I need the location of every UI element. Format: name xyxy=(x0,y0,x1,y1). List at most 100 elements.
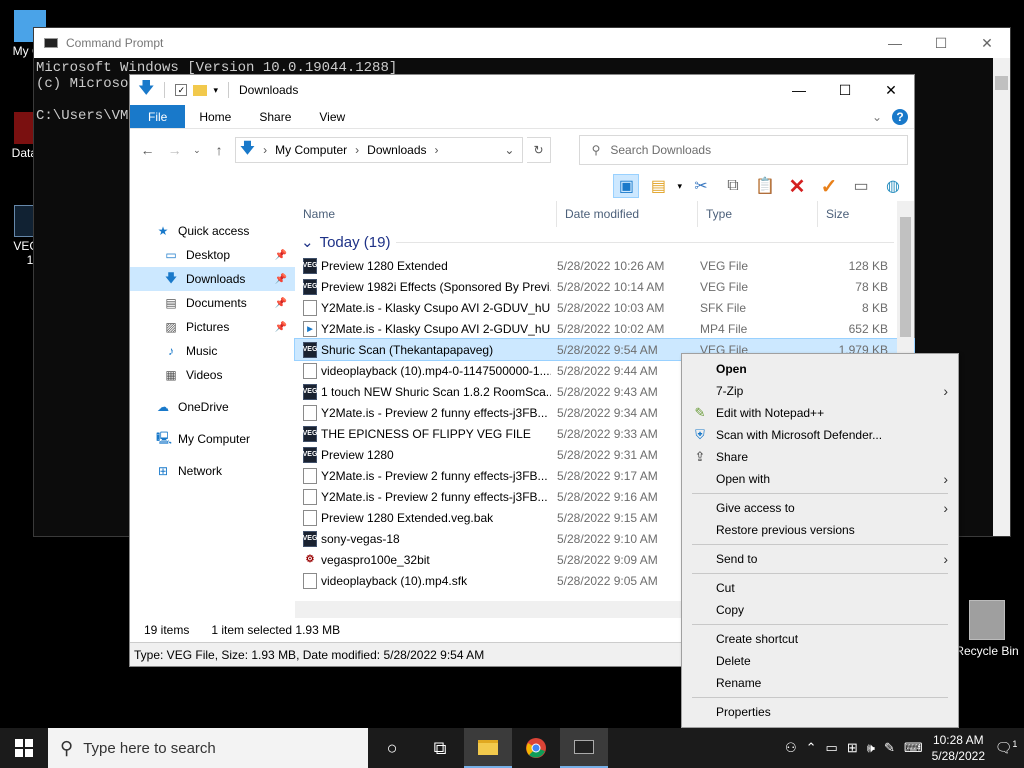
up-arrow-icon[interactable]: ↑ xyxy=(208,142,231,158)
address-dropdown-icon[interactable]: ⌄ xyxy=(496,143,522,157)
veg-file-icon: VEG xyxy=(303,383,317,400)
nav-item-my-computer[interactable]: 🖳 My Computer xyxy=(130,427,295,451)
nav-item-videos[interactable]: ▦ Videos xyxy=(130,363,295,387)
network-icon[interactable]: ⊞ xyxy=(847,740,858,756)
task-view-button[interactable]: ⧉ xyxy=(416,728,464,768)
nav-item-downloads[interactable]: 🡇 Downloads 📌 xyxy=(130,267,295,291)
menu-item-restore-previous-versions[interactable]: Restore previous versions xyxy=(682,519,958,541)
cmd-taskbar-button[interactable] xyxy=(560,728,608,768)
column-date[interactable]: Date modified xyxy=(557,201,698,227)
menu-item-create-shortcut[interactable]: Create shortcut xyxy=(682,628,958,650)
file-row[interactable]: VEG Preview 1982i Effects (Sponsored By P… xyxy=(295,276,914,297)
tab-share[interactable]: Share xyxy=(245,105,305,128)
preview-pane-icon[interactable]: ▣ xyxy=(613,174,640,198)
tab-home[interactable]: Home xyxy=(185,105,245,128)
collapse-chevron-icon[interactable]: ⌄ xyxy=(301,233,314,251)
chrome-taskbar-button[interactable] xyxy=(512,728,560,768)
cortana-button[interactable]: ○ xyxy=(368,728,416,768)
start-button[interactable] xyxy=(0,728,48,768)
close-button[interactable]: ✕ xyxy=(868,82,914,99)
cmd-scrollbar[interactable] xyxy=(993,58,1010,536)
menu-item-send-to[interactable]: Send to › xyxy=(682,548,958,570)
new-folder-icon[interactable] xyxy=(193,84,208,96)
layout-dropdown-icon[interactable]: ▾ xyxy=(677,181,682,192)
display-icon[interactable]: ▭ xyxy=(826,740,838,756)
menu-item-give-access-to[interactable]: Give access to › xyxy=(682,497,958,519)
close-button[interactable]: ✕ xyxy=(964,35,1010,52)
explorer-titlebar[interactable]: 🡇 ✓ ▾ Downloads — ☐ ✕ xyxy=(130,75,914,105)
nav-item-network[interactable]: ⊞ Network xyxy=(130,459,295,483)
maximize-button[interactable]: ☐ xyxy=(918,35,964,52)
minimize-button[interactable]: — xyxy=(872,35,918,52)
menu-item-open[interactable]: Open xyxy=(682,358,958,380)
nav-item-documents[interactable]: ▤ Documents 📌 xyxy=(130,291,295,315)
clock[interactable]: 10:28 AM 5/28/2022 xyxy=(932,732,985,764)
nav-item-desktop[interactable]: ▭ Desktop 📌 xyxy=(130,243,295,267)
breadcrumb-downloads[interactable]: Downloads xyxy=(367,143,426,157)
volume-icon[interactable]: 🕪 xyxy=(867,740,875,756)
veg-file-icon: VEG xyxy=(303,425,317,442)
breadcrumb-chevron-icon[interactable]: › xyxy=(263,143,267,157)
show-hidden-icons-chevron-icon[interactable]: ⌃ xyxy=(806,740,817,756)
nav-item-pictures[interactable]: ▨ Pictures 📌 xyxy=(130,315,295,339)
minimize-button[interactable]: — xyxy=(776,82,822,99)
help-icon[interactable]: ? xyxy=(892,108,908,125)
pen-icon[interactable]: ✎ xyxy=(884,740,895,756)
copy-icon[interactable]: ⧉ xyxy=(720,174,746,198)
breadcrumb-chevron-icon[interactable]: › xyxy=(355,143,359,157)
recent-locations-chevron-icon[interactable]: ⌄ xyxy=(190,145,203,156)
file-name-cell: Y2Mate.is - Preview 2 funny effects-j3FB… xyxy=(295,467,551,484)
breadcrumb-my-computer[interactable]: My Computer xyxy=(275,143,347,157)
taskbar-search[interactable]: ⚲ Type here to search xyxy=(48,728,368,768)
rename-icon[interactable]: ▭ xyxy=(848,174,874,198)
search-box[interactable]: ⚲ Search Downloads xyxy=(578,135,908,165)
nav-item-music[interactable]: ♪ Music xyxy=(130,339,295,363)
file-row[interactable]: ▶ Y2Mate.is - Klasky Csupo AVI 2-GDUV_hU.… xyxy=(295,318,914,339)
refresh-icon[interactable]: ↻ xyxy=(527,137,551,163)
menu-item-open-with[interactable]: Open with › xyxy=(682,468,958,490)
forward-arrow-icon[interactable]: → xyxy=(163,142,186,158)
nav-item-onedrive[interactable]: ☁ OneDrive xyxy=(130,395,295,419)
scrollbar-thumb[interactable] xyxy=(995,76,1008,90)
customize-quick-access-icon[interactable]: ▾ xyxy=(213,85,218,96)
delete-icon[interactable]: ✕ xyxy=(784,174,810,198)
menu-item-7-zip[interactable]: 7-Zip › xyxy=(682,380,958,402)
menu-item-properties[interactable]: Properties xyxy=(682,701,958,723)
keyboard-icon[interactable]: ⌨ xyxy=(904,740,923,756)
column-name[interactable]: Name xyxy=(295,201,557,227)
nav-item-label: Desktop xyxy=(186,248,231,262)
column-type[interactable]: Type xyxy=(698,201,818,227)
paste-icon[interactable]: 📋 xyxy=(752,174,778,198)
back-arrow-icon[interactable]: ← xyxy=(136,142,159,158)
mp4-file-icon: ▶ xyxy=(303,320,317,337)
menu-item-rename[interactable]: Rename xyxy=(682,672,958,694)
scrollbar-thumb[interactable] xyxy=(900,217,911,337)
tab-view[interactable]: View xyxy=(305,105,359,128)
properties-checkbox-icon[interactable]: ✓ xyxy=(175,84,188,96)
menu-item-cut[interactable]: Cut xyxy=(682,577,958,599)
nav-item-quick-access[interactable]: ★ Quick access xyxy=(130,219,295,243)
column-size[interactable]: Size xyxy=(818,201,888,227)
group-header[interactable]: ⌄ Today (19) xyxy=(295,227,914,255)
cut-icon[interactable]: ✂ xyxy=(688,174,714,198)
menu-item-scan-with-microsoft-defender[interactable]: ⛨ Scan with Microsoft Defender... xyxy=(682,424,958,446)
menu-item-delete[interactable]: Delete xyxy=(682,650,958,672)
menu-item-share[interactable]: ⇪ Share xyxy=(682,446,958,468)
file-row[interactable]: VEG Preview 1280 Extended 5/28/2022 10:26 … xyxy=(295,255,914,276)
people-icon[interactable]: ⚇ xyxy=(785,740,797,756)
desktop-icon-recycle-bin[interactable]: Recycle Bin xyxy=(950,600,1024,658)
breadcrumb-chevron-icon[interactable]: › xyxy=(435,143,439,157)
notifications-icon[interactable]: 🗨1 xyxy=(994,739,1018,757)
expand-ribbon-icon[interactable]: ⌄ xyxy=(872,110,882,124)
checkmark-icon[interactable]: ✓ xyxy=(816,174,842,198)
file-row[interactable]: Y2Mate.is - Klasky Csupo AVI 2-GDUV_hU..… xyxy=(295,297,914,318)
file-explorer-taskbar-button[interactable] xyxy=(464,728,512,768)
globe-icon[interactable]: ◍ xyxy=(880,174,906,198)
menu-item-edit-with-notepad[interactable]: ✎ Edit with Notepad++ xyxy=(682,402,958,424)
tab-file[interactable]: File xyxy=(130,105,186,128)
address-bar[interactable]: 🡇 › My Computer › Downloads › ⌄ xyxy=(234,137,524,163)
layout-icon[interactable]: ▤ xyxy=(645,174,671,198)
cmd-titlebar[interactable]: Command Prompt — ☐ ✕ xyxy=(34,28,1010,58)
menu-item-copy[interactable]: Copy xyxy=(682,599,958,621)
maximize-button[interactable]: ☐ xyxy=(822,82,868,99)
